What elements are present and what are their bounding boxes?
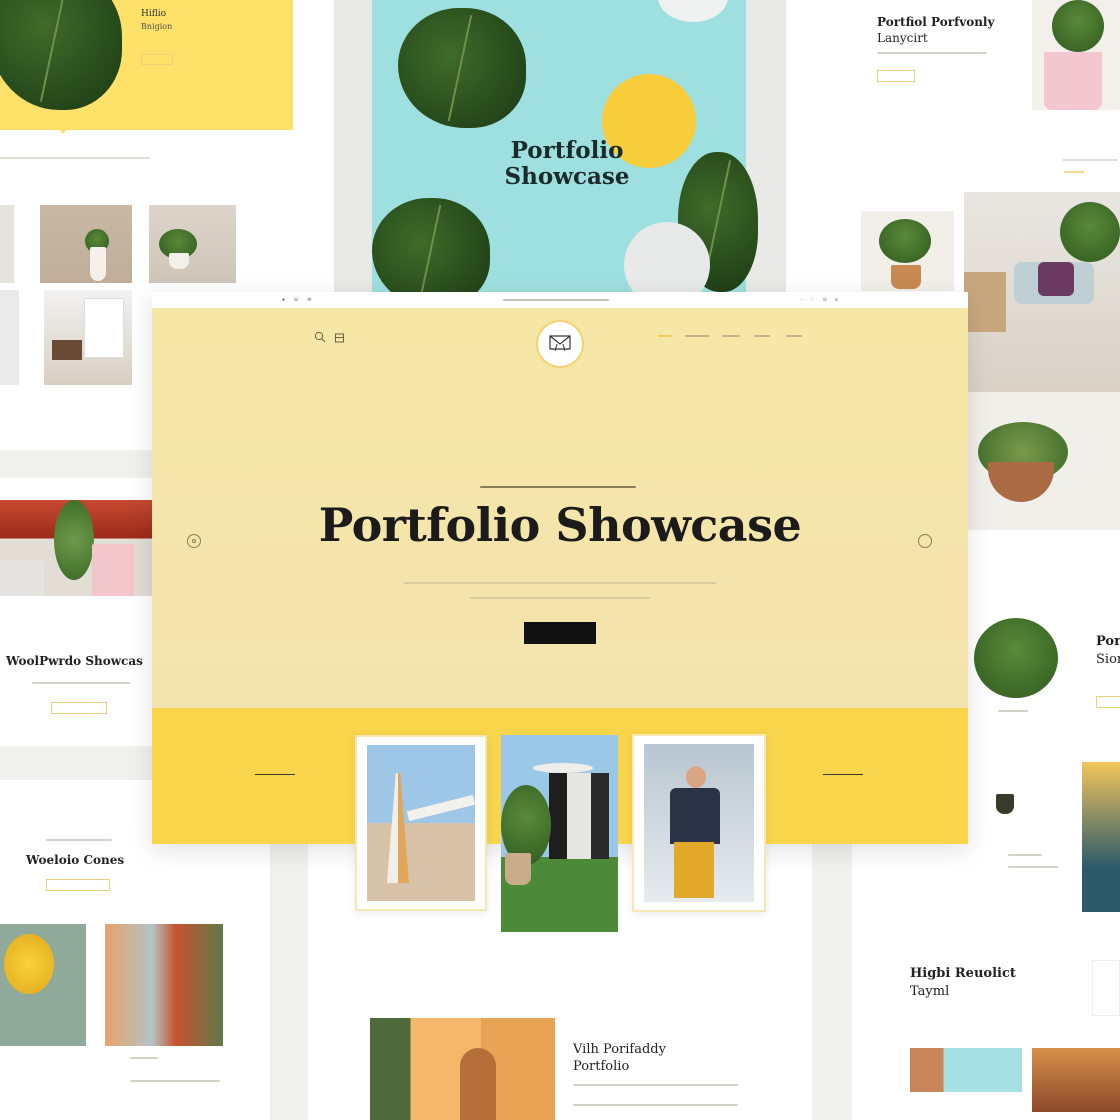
nav-item-home[interactable] (658, 335, 672, 337)
hero-description-line-2 (470, 597, 650, 599)
card-title-line2: Tayml (910, 984, 950, 999)
search-icon[interactable] (314, 330, 326, 348)
circle-prev-icon[interactable] (187, 534, 201, 548)
street-photo (105, 924, 223, 1046)
hero-description-line-1 (404, 582, 716, 584)
heart-icon[interactable]: ♡ (810, 297, 814, 303)
card-title: WoolPwrdo Showcas (6, 654, 143, 668)
pots-photo (0, 500, 152, 596)
eyebrow-line (46, 839, 112, 841)
card-cta-button[interactable] (1096, 696, 1120, 708)
fashion-photo (644, 744, 754, 902)
text-line-2 (573, 1104, 738, 1106)
menu-icon[interactable]: ≡ (835, 297, 838, 303)
nav-item-3[interactable] (722, 335, 740, 337)
bg-card-top-center: Portfolio Showcase (334, 0, 786, 292)
band-line-right (823, 774, 863, 775)
aqua-poster: Portfolio Showcase (372, 0, 758, 292)
band-line-left (255, 774, 295, 775)
shelf-photo-1 (0, 205, 14, 283)
caption-line (130, 1057, 158, 1059)
card-title-line2: Lanycirt (877, 31, 928, 45)
bg-card-right-mid: Por Sior (968, 574, 1120, 780)
user-icon[interactable]: ◦ (801, 297, 803, 303)
card-title-line1: Portfiol Porfvonly (877, 15, 995, 29)
shelf-photo-2 (40, 205, 132, 283)
top-bar-left: ● ☏ ✉ (282, 297, 312, 303)
card-title-line2: Sior (1096, 652, 1120, 667)
hero-eyebrow (480, 486, 636, 488)
card-title-line1: Vilh Porifaddy (573, 1042, 666, 1057)
product-photo-3 (910, 1048, 1022, 1092)
menu-accent (1064, 171, 1084, 173)
photo-frame-fashion[interactable] (632, 734, 766, 912)
mail-icon: ✉ (307, 297, 312, 303)
caption-line (998, 710, 1028, 712)
architecture-photo (367, 745, 475, 901)
phone-icon: ☏ (293, 297, 300, 303)
bag-icon[interactable] (334, 330, 345, 348)
bg-card-left-mid: WoolPwrdo Showcas (0, 478, 152, 746)
room-photo-2 (44, 290, 132, 385)
text-line (573, 1084, 738, 1086)
card-cta-button[interactable] (141, 54, 173, 65)
card-cta-button[interactable] (51, 702, 107, 714)
nav-item-2[interactable] (685, 335, 709, 337)
room-photo-1 (0, 290, 19, 385)
poster-title: Portfolio Showcase (504, 137, 630, 190)
product-photo-5 (1092, 960, 1120, 1016)
shelf-photo-3 (149, 205, 236, 283)
text-line (877, 52, 987, 54)
hero-pointer (58, 128, 68, 134)
menu-line (1062, 159, 1118, 161)
round-shrub (974, 618, 1058, 698)
card-cta-button[interactable] (877, 70, 915, 82)
top-bar-right: ◦ ♡ ⊙ ≡ (801, 297, 838, 303)
nav-item-5[interactable] (786, 335, 802, 337)
hero-title: Portfolio Showcase (318, 498, 802, 552)
nav-line (0, 157, 150, 159)
circle-next-icon[interactable] (918, 534, 932, 548)
top-bar-center-text (503, 299, 610, 301)
card-title: Woeloio Cones (26, 853, 125, 867)
hero-cta-button[interactable] (524, 622, 596, 644)
product-photo-4 (1032, 1048, 1120, 1112)
text-line (32, 682, 130, 684)
caption-line (1008, 854, 1042, 856)
hanging-plant-photo (861, 211, 954, 291)
architecture-photo-2 (370, 1018, 555, 1120)
envelope-logo-icon (548, 332, 572, 357)
air-plant-photo (968, 392, 1120, 530)
photo-frame-architecture[interactable] (355, 735, 487, 911)
white-disc (658, 0, 728, 22)
nav-item-4[interactable] (754, 335, 770, 337)
caption-text (130, 1080, 220, 1082)
pink-pot-photo (1032, 0, 1120, 110)
card-cta-button[interactable] (46, 879, 110, 891)
card-title-line1: Por (1096, 634, 1120, 649)
product-photo-2 (1082, 762, 1120, 912)
browser-top-bar: ● ☏ ✉ ◦ ♡ ⊙ ≡ (152, 292, 968, 308)
card-title-line2: Bnigion (141, 22, 173, 31)
modern-house-photo[interactable] (501, 735, 618, 932)
caption-text (1008, 866, 1058, 868)
living-room-photo (964, 192, 1120, 392)
location-icon: ● (282, 297, 286, 303)
logo-badge[interactable] (536, 320, 584, 368)
product-photo-1 (988, 764, 1068, 828)
card-title-line2: Portfolio (573, 1059, 630, 1074)
cart-icon[interactable]: ⊙ (823, 297, 827, 303)
flowers-photo (0, 924, 86, 1046)
card-title-line1: Higbi Reuolict (910, 966, 1016, 981)
monstera-leaf (0, 0, 122, 110)
card-title-line1: Hiflio (141, 9, 167, 19)
